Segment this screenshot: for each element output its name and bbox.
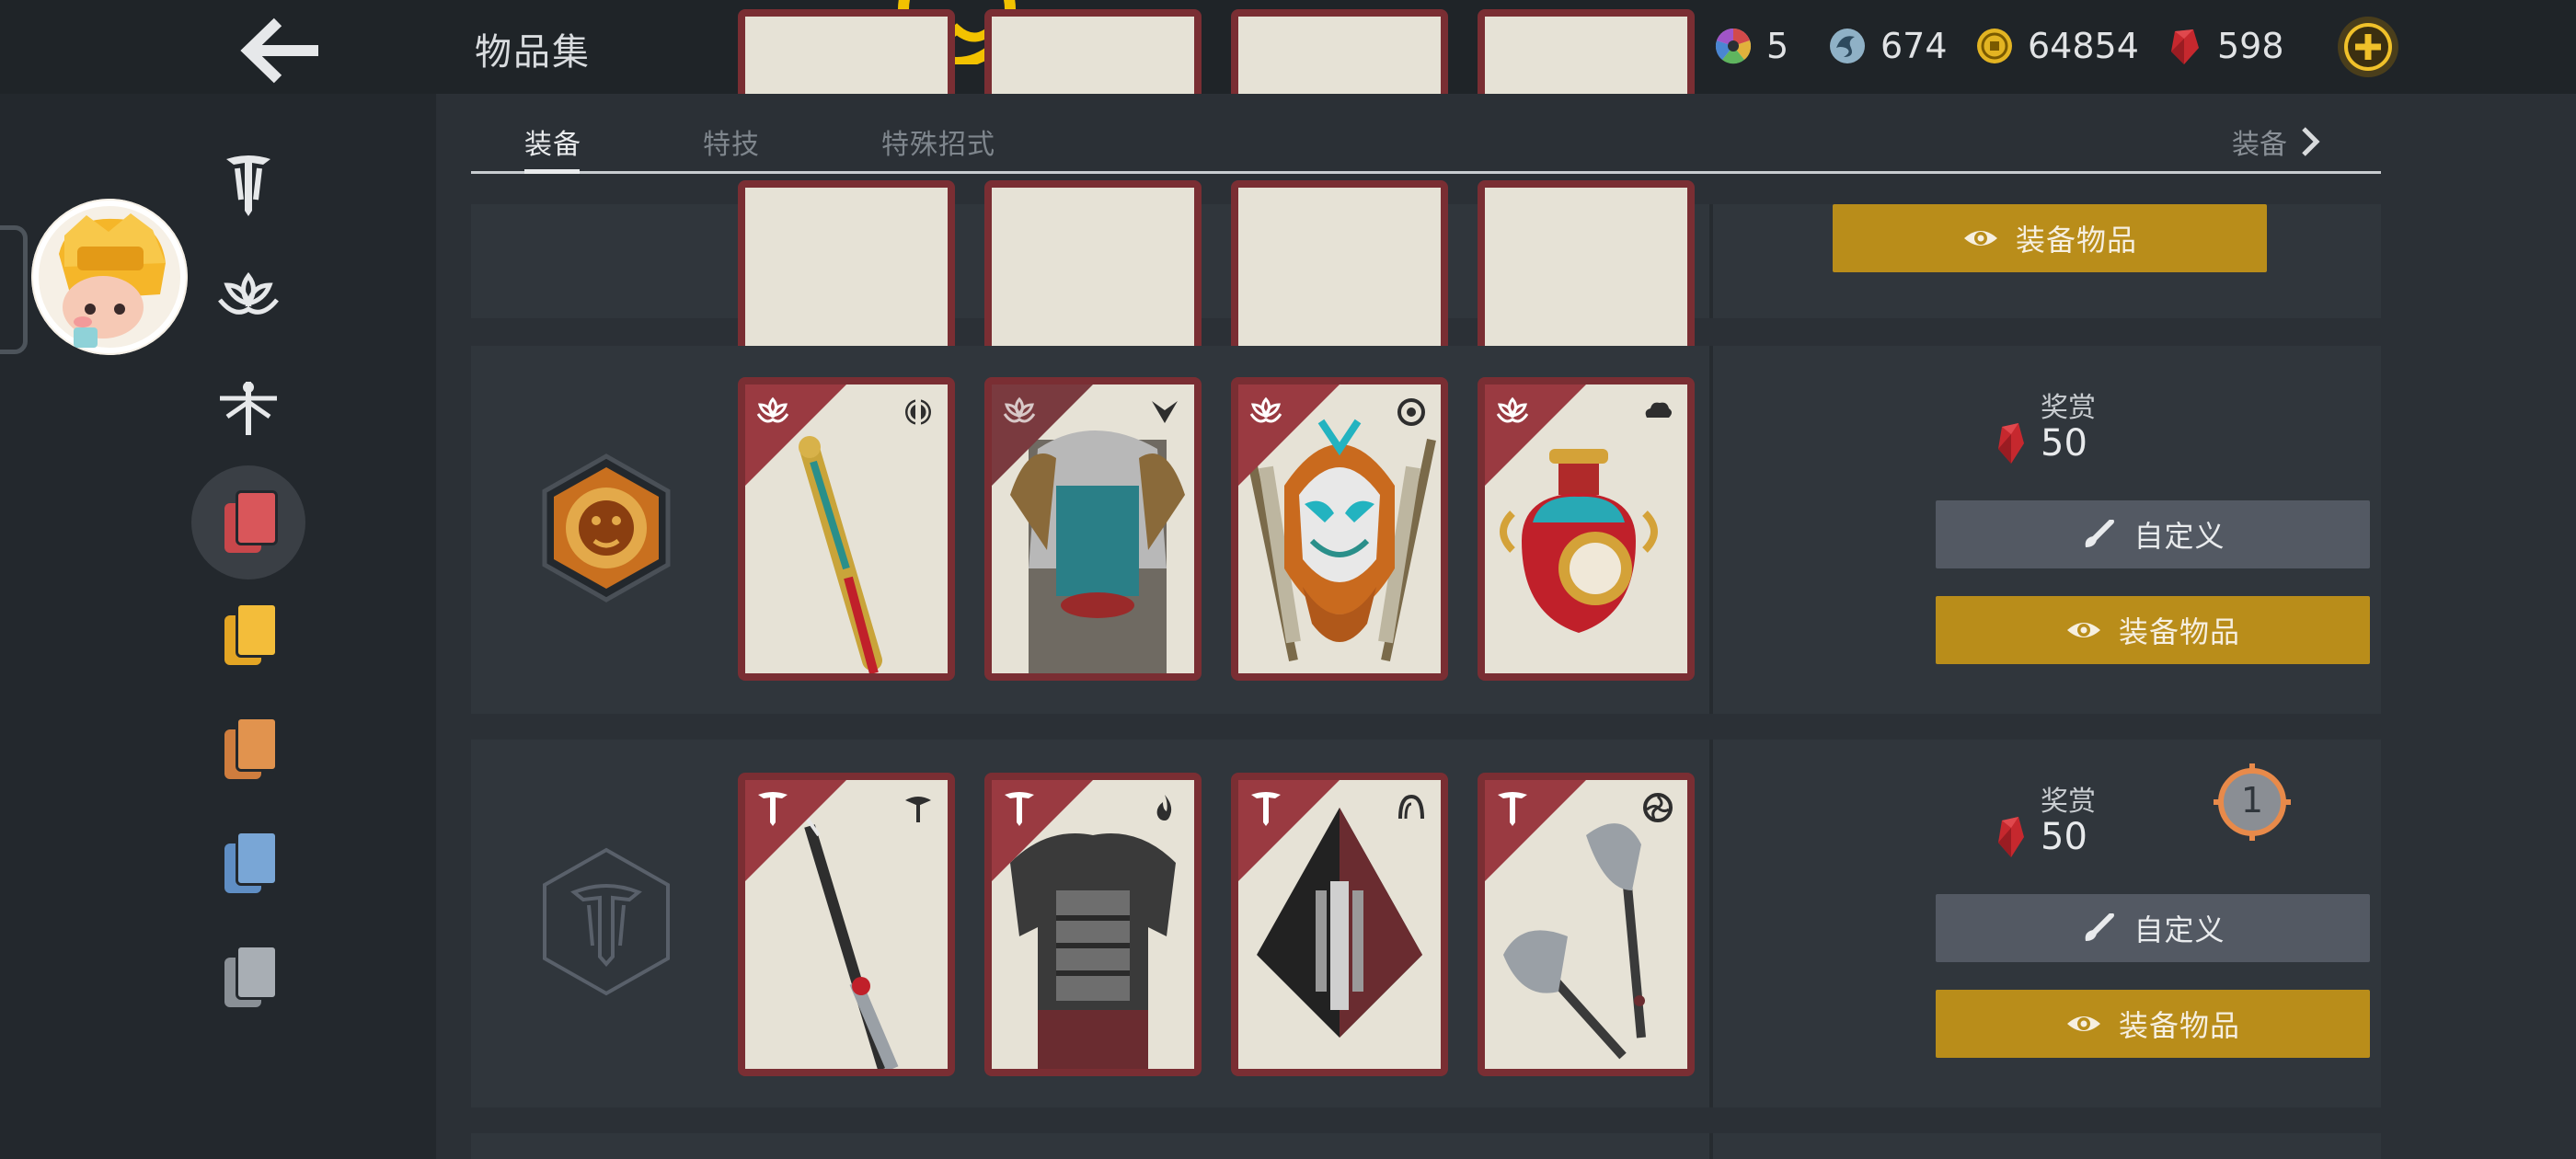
reward-amount: 50: [2041, 422, 2087, 465]
weapon-type-icon: [905, 797, 931, 822]
item-card-axes[interactable]: [1478, 773, 1695, 1076]
steel-icon: [1830, 29, 1865, 63]
knight-emblem-icon: [543, 847, 670, 996]
notification-badge[interactable]: 1: [2214, 763, 2291, 841]
equip-item-label: 装备物品: [2015, 223, 2137, 258]
equip-item-button[interactable]: 装备物品: [1936, 596, 2370, 664]
item-card-mask[interactable]: [1231, 377, 1448, 681]
weapon-type-icon: [905, 399, 931, 425]
add-currency-button[interactable]: [2335, 14, 2401, 80]
reward-label: 奖赏: [2041, 786, 2096, 818]
lotus-badge-icon: [1496, 396, 1529, 423]
gem-icon: [1998, 423, 2024, 464]
row-items: [471, 740, 1709, 1107]
customize-button[interactable]: 自定义: [1936, 894, 2370, 962]
gem-icon: [1998, 817, 2024, 857]
nav-knight-icon[interactable]: [202, 138, 294, 230]
currency-value: 64854: [2028, 26, 2139, 66]
cloud-icon: [1645, 402, 1672, 418]
collection-row-next: [471, 1133, 2381, 1159]
reward-value: 50: [1993, 421, 2087, 465]
card-stack-blue-icon: [224, 831, 278, 895]
knight-badge-icon: [758, 792, 788, 826]
nav-gray-collection[interactable]: [202, 931, 294, 1023]
customize-label: 自定义: [2133, 519, 2225, 554]
collection-row: 奖赏 50 自定义 装备物品: [471, 346, 2381, 714]
chevron-right-icon: [2302, 127, 2320, 156]
helm-type-icon: [1398, 794, 1424, 820]
back-arrow-icon[interactable]: [230, 9, 331, 92]
card-stack-yellow-icon: [224, 602, 278, 667]
notification-count: 1: [2240, 780, 2264, 820]
nav-red-collection[interactable]: [191, 465, 305, 580]
page-title: 物品集: [475, 31, 591, 74]
currency-coin: 64854: [1974, 20, 2139, 72]
brush-icon: [2086, 913, 2115, 941]
equip-item-button[interactable]: 装备物品: [1833, 204, 2267, 272]
item-card-armor[interactable]: [984, 377, 1202, 681]
tab-more-label: 装备: [2232, 129, 2287, 161]
row-divider: [1709, 1133, 1713, 1159]
eye-icon: [2066, 1016, 2100, 1031]
profile-tab[interactable]: [0, 225, 28, 354]
customize-label: 自定义: [2133, 912, 2225, 947]
eye-icon: [1963, 231, 1997, 246]
knight-badge-icon: [1005, 792, 1034, 826]
reward-amount: 50: [2041, 816, 2087, 858]
row-divider: [1709, 204, 1713, 318]
card-stack-red-icon: [224, 490, 278, 555]
nav-orange-collection[interactable]: [202, 703, 294, 795]
collection-row-0-visible: 装备物品: [471, 180, 2381, 484]
reward-value: 50: [1993, 815, 2087, 859]
tab-special-moves[interactable]: 特殊招式: [881, 121, 995, 162]
lion-emblem-icon: [542, 453, 671, 602]
brush-icon: [2086, 520, 2115, 547]
item-card-bottle[interactable]: [1478, 377, 1695, 681]
nav-lotus-icon[interactable]: [202, 252, 294, 344]
armor-type-icon: [1152, 401, 1178, 423]
currency-value: 5: [1766, 26, 1789, 66]
coin-icon: [1977, 29, 2012, 63]
item-card-chest-armor[interactable]: [984, 773, 1202, 1076]
equip-item-label: 装备物品: [2118, 614, 2240, 649]
knight-badge-icon: [1251, 792, 1281, 826]
customize-button[interactable]: 自定义: [1936, 500, 2370, 568]
active-tab-indicator: [524, 169, 580, 174]
lotus-badge-icon: [1249, 396, 1282, 423]
tab-more-button[interactable]: 装备: [2232, 121, 2324, 162]
nav-dragonfly-icon[interactable]: [202, 362, 294, 454]
row-actions: 奖赏 50 自定义 装备物品: [1713, 346, 2381, 714]
currency-value: 598: [2217, 26, 2284, 66]
knight-badge-icon: [1498, 792, 1527, 826]
tab-divider: [471, 171, 2381, 174]
nav-blue-collection[interactable]: [202, 817, 294, 909]
nav-yellow-collection[interactable]: [202, 589, 294, 681]
card-stack-gray-icon: [224, 945, 278, 1009]
gem-icon: [2171, 29, 2199, 64]
equip-item-label: 装备物品: [2118, 1008, 2240, 1043]
reward-label: 奖赏: [2041, 392, 2096, 424]
currency-steel: 674: [1827, 20, 1948, 72]
collection-row: 奖赏 50 自定义 装备物品: [471, 740, 2381, 1107]
eye-icon: [2066, 623, 2100, 637]
currency-color-orb: 5: [1713, 20, 1788, 72]
color-orb-icon: [1715, 29, 1752, 64]
tab-feats[interactable]: 特技: [703, 121, 760, 162]
equip-item-button[interactable]: 装备物品: [1936, 990, 2370, 1058]
tab-equipment[interactable]: 装备: [524, 121, 581, 162]
item-card-staff[interactable]: [738, 377, 955, 681]
item-card-helmet[interactable]: [1231, 773, 1448, 1076]
item-card-spear[interactable]: [738, 773, 955, 1076]
row-items: [471, 346, 1709, 714]
lotus-badge-icon: [1003, 396, 1036, 423]
currency-value: 674: [1880, 26, 1948, 66]
helm-type-icon: [1397, 398, 1425, 426]
currency-gem: 598: [2164, 20, 2284, 72]
triskelion-icon: [1643, 793, 1673, 822]
avatar[interactable]: [31, 199, 188, 355]
lotus-badge-icon: [756, 396, 789, 423]
card-stack-orange-icon: [224, 717, 278, 781]
flame-icon: [1156, 795, 1172, 820]
